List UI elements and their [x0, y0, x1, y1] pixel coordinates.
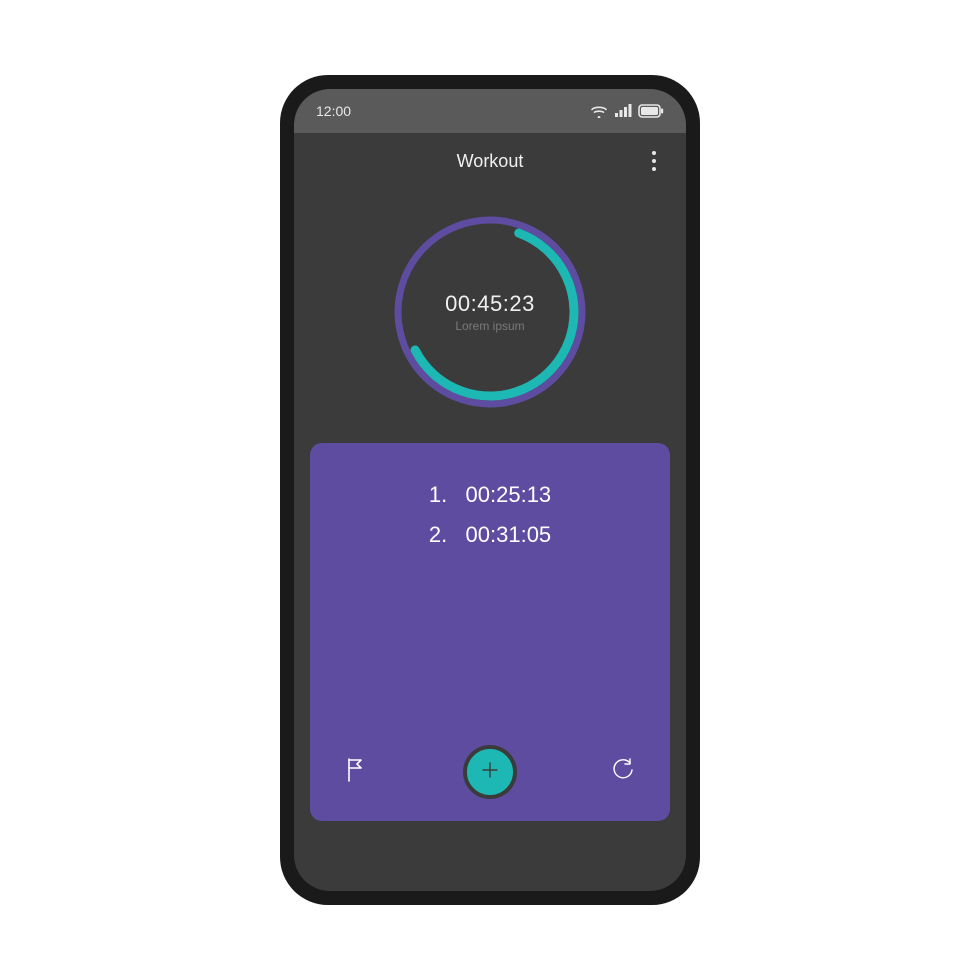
- page-title: Workout: [457, 151, 524, 172]
- status-time: 12:00: [316, 103, 351, 119]
- flag-icon: [346, 757, 368, 788]
- reset-button[interactable]: [606, 755, 640, 789]
- battery-icon: [638, 104, 664, 118]
- add-lap-button[interactable]: [463, 745, 517, 799]
- lap-row: 2. 00:31:05: [330, 515, 650, 555]
- reset-icon: [611, 758, 635, 787]
- timer-elapsed: 00:45:23: [445, 291, 535, 317]
- more-menu-icon: [652, 151, 656, 155]
- wifi-icon: [590, 104, 608, 118]
- more-menu-button[interactable]: [644, 149, 664, 173]
- flag-lap-button[interactable]: [340, 755, 374, 789]
- app-header: Workout: [294, 133, 686, 189]
- plus-icon: [481, 761, 499, 784]
- status-icons: [590, 104, 664, 118]
- timer-display: 00:45:23 Lorem ipsum: [385, 207, 595, 417]
- lap-row: 1. 00:25:13: [330, 475, 650, 515]
- laps-panel: 1. 00:25:13 2. 00:31:05: [310, 443, 670, 821]
- laps-list: 1. 00:25:13 2. 00:31:05: [330, 475, 650, 554]
- phone-screen: 12:00: [294, 89, 686, 891]
- signal-icon: [614, 104, 632, 118]
- panel-actions: [310, 745, 670, 799]
- timer-subtitle: Lorem ipsum: [455, 319, 524, 333]
- timer-section: 00:45:23 Lorem ipsum: [294, 189, 686, 443]
- progress-ring: 00:45:23 Lorem ipsum: [385, 207, 595, 417]
- phone-frame: 12:00: [280, 75, 700, 905]
- status-bar: 12:00: [294, 89, 686, 133]
